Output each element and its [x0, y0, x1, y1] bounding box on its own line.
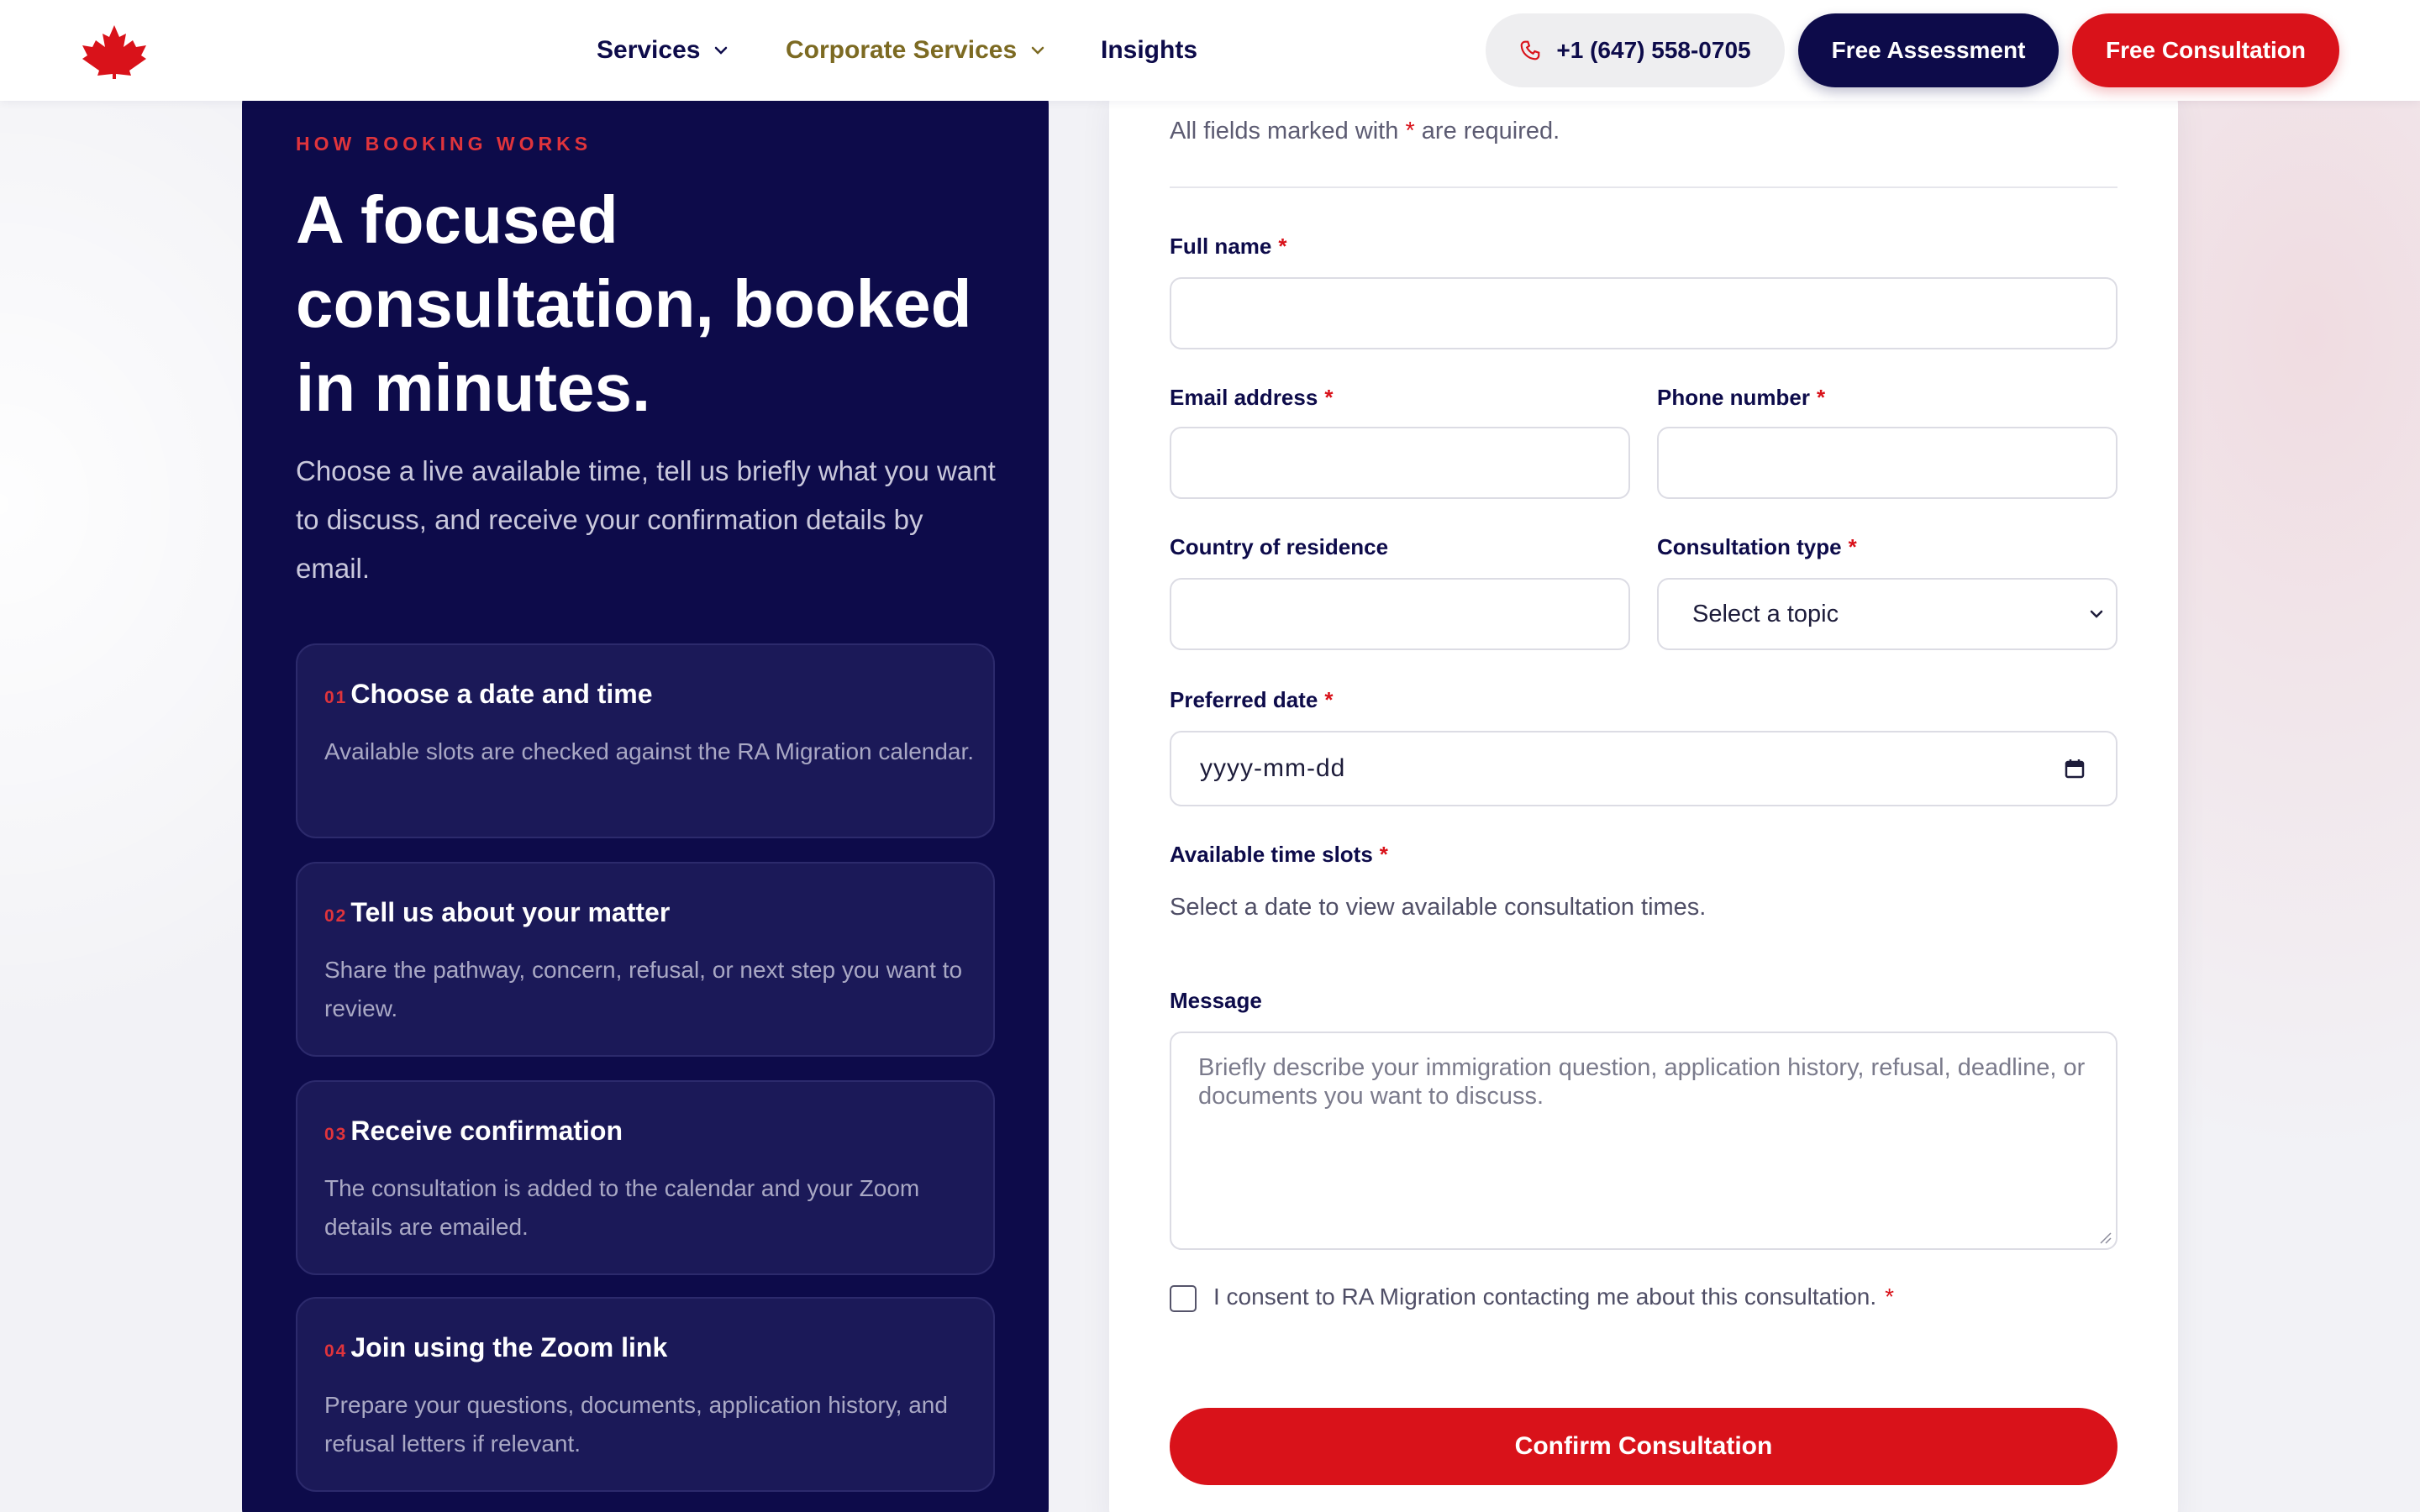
- maple-leaf-icon[interactable]: [81, 24, 148, 79]
- email-input[interactable]: [1170, 427, 1630, 499]
- required-star: *: [1278, 234, 1287, 259]
- chevron-down-icon: [715, 46, 728, 55]
- country-input[interactable]: [1170, 578, 1630, 650]
- message-label: Message: [1170, 988, 1262, 1014]
- message-placeholder: Briefly describe your immigration questi…: [1198, 1054, 2086, 1110]
- time-slots-label: Available time slots *: [1170, 842, 1388, 868]
- email-label: Email address *: [1170, 385, 1333, 411]
- required-note-text-end: are required.: [1421, 118, 1560, 144]
- phone-button[interactable]: +1 (647) 558-0705: [1486, 13, 1785, 87]
- consent-checkbox[interactable]: [1170, 1285, 1197, 1312]
- preferred-date-label: Preferred date *: [1170, 687, 1333, 713]
- full-name-label-text: Full name: [1170, 234, 1272, 259]
- booking-info-panel: HOW BOOKING WORKS A focused consultation…: [242, 84, 1049, 1512]
- consent-label[interactable]: I consent to RA Migration contacting me …: [1213, 1284, 1894, 1310]
- calendar-icon[interactable]: [2064, 758, 2086, 780]
- phone-input[interactable]: [1657, 427, 2118, 499]
- phone-label: Phone number *: [1657, 385, 1825, 411]
- required-star: *: [1405, 118, 1415, 144]
- nav-insights-label: Insights: [1101, 36, 1198, 64]
- step-card-3: 03 Receive confirmation The consultation…: [296, 1080, 995, 1275]
- nav-insights[interactable]: Insights: [1101, 32, 1197, 69]
- country-label-text: Country of residence: [1170, 534, 1389, 559]
- required-fields-note: All fields marked with * are required.: [1170, 118, 1560, 145]
- step-number: 04: [324, 1341, 348, 1361]
- step-card-1: 01 Choose a date and time Available slot…: [296, 643, 995, 838]
- time-slots-label-text: Available time slots: [1170, 842, 1373, 867]
- message-label-text: Message: [1170, 988, 1262, 1013]
- chevron-down-icon: [2090, 610, 2103, 618]
- step-description: Prepare your questions, documents, appli…: [324, 1392, 948, 1457]
- nav-services[interactable]: Services: [597, 32, 729, 69]
- required-note-text: All fields marked with: [1170, 118, 1399, 144]
- step-card-2: 02 Tell us about your matter Share the p…: [296, 862, 995, 1057]
- required-star: *: [1817, 385, 1826, 410]
- step-number: 03: [324, 1125, 348, 1144]
- preferred-date-label-text: Preferred date: [1170, 687, 1318, 712]
- free-assessment-button[interactable]: Free Assessment: [1798, 13, 2059, 87]
- step-description: Share the pathway, concern, refusal, or …: [324, 957, 963, 1021]
- required-star: *: [1379, 842, 1388, 867]
- step-title: Join using the Zoom link: [350, 1332, 668, 1362]
- step-number: 01: [324, 688, 348, 707]
- site-header: Services Corporate Services Insights +1 …: [0, 0, 2420, 101]
- step-title: Tell us about your matter: [350, 897, 671, 927]
- phone-number: +1 (647) 558-0705: [1556, 37, 1751, 63]
- email-label-text: Email address: [1170, 385, 1318, 410]
- consultation-type-label: Consultation type *: [1657, 534, 1857, 560]
- booking-form-card: All fields marked with * are required. F…: [1109, 84, 2178, 1512]
- step-description: Available slots are checked against the …: [324, 738, 975, 764]
- step-card-4: 04 Join using the Zoom link Prepare your…: [296, 1297, 995, 1492]
- full-name-label: Full name *: [1170, 234, 1286, 260]
- divider: [1170, 186, 2118, 188]
- nav-corporate-services-label: Corporate Services: [786, 36, 1018, 64]
- consultation-type-selected: Select a topic: [1692, 600, 1839, 627]
- preferred-date-input[interactable]: yyyy-mm-dd: [1170, 731, 2118, 806]
- country-label: Country of residence: [1170, 534, 1388, 560]
- required-star: *: [1324, 687, 1334, 712]
- required-star: *: [1848, 534, 1857, 559]
- nav-corporate-services[interactable]: Corporate Services: [786, 32, 1045, 69]
- full-name-input[interactable]: [1170, 277, 2118, 349]
- free-consultation-button[interactable]: Free Consultation: [2072, 13, 2339, 87]
- step-title: Choose a date and time: [350, 679, 653, 709]
- page-subtitle: Choose a live available time, tell us br…: [296, 455, 996, 584]
- required-star: *: [1885, 1284, 1895, 1310]
- consent-text: I consent to RA Migration contacting me …: [1213, 1284, 1877, 1310]
- date-placeholder: yyyy-mm-dd: [1200, 754, 1346, 782]
- page-title: A focused consultation, booked in minute…: [296, 182, 972, 425]
- section-eyebrow: HOW BOOKING WORKS: [296, 133, 592, 155]
- message-textarea[interactable]: Briefly describe your immigration questi…: [1170, 1032, 2118, 1250]
- confirm-consultation-button[interactable]: Confirm Consultation: [1170, 1408, 2118, 1485]
- consultation-type-label-text: Consultation type: [1657, 534, 1842, 559]
- step-description: The consultation is added to the calenda…: [324, 1175, 920, 1240]
- step-number: 02: [324, 906, 348, 926]
- phone-label-text: Phone number: [1657, 385, 1811, 410]
- required-star: *: [1324, 385, 1334, 410]
- resize-handle-icon[interactable]: [2097, 1230, 2112, 1245]
- time-slots-helper: Select a date to view available consulta…: [1170, 894, 1707, 921]
- phone-icon: [1521, 40, 1540, 60]
- chevron-down-icon: [1031, 46, 1044, 55]
- consultation-type-select[interactable]: Select a topic: [1657, 578, 2118, 650]
- nav-services-label: Services: [597, 36, 701, 64]
- step-title: Receive confirmation: [350, 1116, 623, 1146]
